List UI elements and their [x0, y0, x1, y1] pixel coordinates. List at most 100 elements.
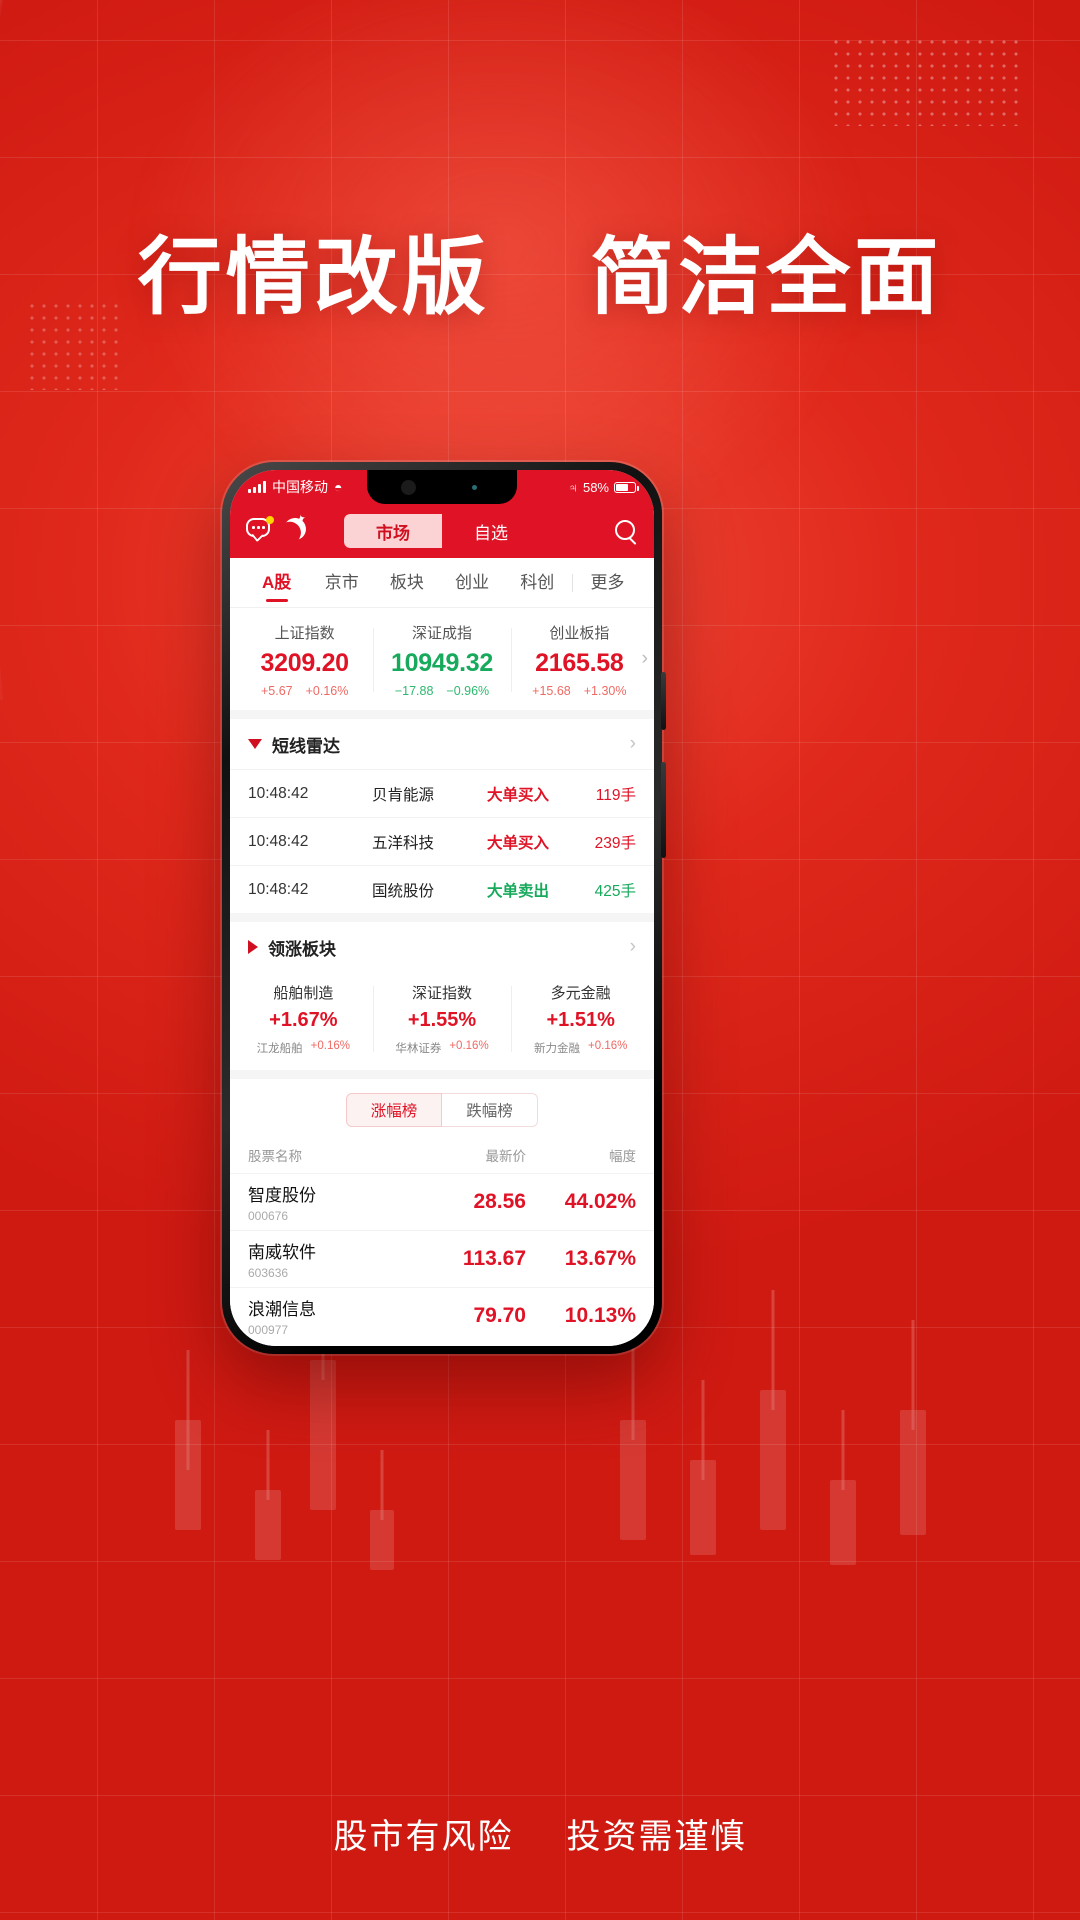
radar-list: 10:48:42 贝肯能源 大单买入 119手 10:48:42 五洋科技 大单…: [230, 769, 654, 922]
chevron-right-icon[interactable]: ›: [642, 648, 648, 670]
category-tab-star[interactable]: 科创: [505, 558, 570, 608]
radar-stock-name: 贝肯能源: [371, 786, 434, 804]
phone-screen: 中国移动 ◓ ♃ 58% ✦ 市场 自选 A股 京市 板块 创业 科创 更多 上…: [230, 470, 654, 1346]
signal-bars-icon: [248, 481, 266, 493]
index-name: 创业板指: [549, 625, 610, 642]
sector-lead-stock-pct: +0.16%: [588, 1040, 628, 1052]
stock-pct: 10.13%: [564, 1304, 636, 1327]
stock-price: 113.67: [462, 1247, 526, 1270]
stock-code: 603636: [248, 1266, 289, 1280]
sectors-section-title: 领涨板块: [268, 939, 336, 959]
sector-card[interactable]: 船舶制造 +1.67% 江龙船舶 +0.16%: [234, 982, 373, 1056]
index-value: 3209.20: [260, 649, 350, 677]
tab-losers[interactable]: 跌幅榜: [442, 1093, 538, 1127]
poster-headline: 行情改版 简洁全面: [0, 210, 1080, 331]
phone-mockup: 中国移动 ◓ ♃ 58% ✦ 市场 自选 A股 京市 板块 创业 科创 更多 上…: [222, 462, 666, 1354]
sector-lead-stock: 新力金融: [534, 1043, 581, 1055]
index-card-shanghai[interactable]: 上证指数 3209.20 +5.67 +0.16%: [236, 622, 373, 698]
sector-card[interactable]: 多元金融 +1.51% 新力金融 +0.16%: [511, 982, 650, 1056]
category-divider: [571, 573, 573, 592]
triangle-down-icon: [248, 739, 262, 749]
carrier-label: 中国移动: [272, 479, 328, 495]
radar-action: 大单卖出: [486, 882, 549, 900]
stock-name: 浪潮信息: [248, 1300, 316, 1319]
index-card-chinext[interactable]: 创业板指 2165.58 +15.68 +1.30%: [510, 622, 648, 698]
radar-action: 大单买入: [486, 834, 549, 852]
footer-right: 投资需谨慎: [566, 1818, 747, 1856]
sector-name: 船舶制造: [273, 985, 334, 1002]
radar-action: 大单买入: [486, 786, 549, 804]
radar-section-header[interactable]: 短线雷达 ›: [230, 719, 654, 769]
stock-pct: 44.02%: [564, 1190, 636, 1213]
index-name: 上证指数: [274, 625, 335, 642]
stock-pct: 13.67%: [564, 1247, 636, 1270]
moon-icon[interactable]: ✦: [284, 512, 310, 544]
sector-pct: +1.51%: [546, 1009, 615, 1031]
index-change-pct: +0.16%: [305, 684, 349, 698]
table-row[interactable]: 南威软件 603636 113.67 13.67%: [230, 1230, 654, 1287]
sectors-section-header[interactable]: 领涨板块 ›: [230, 922, 654, 972]
proximity-sensor-icon: [472, 485, 477, 490]
bluetooth-icon: ♃: [568, 479, 578, 495]
sector-card[interactable]: 深证指数 +1.55% 华林证券 +0.16%: [372, 982, 512, 1056]
table-row[interactable]: 10:48:42 贝肯能源 大单买入 119手: [230, 769, 654, 817]
table-row[interactable]: 智度股份 000676 28.56 44.02%: [230, 1173, 654, 1230]
market-watchlist-toggle[interactable]: 市场 自选: [344, 514, 540, 548]
table-row[interactable]: 10:48:42 五洋科技 大单买入 239手: [230, 817, 654, 865]
sector-name: 多元金融: [550, 985, 611, 1002]
sector-lead-stock: 华林证券: [395, 1043, 442, 1055]
battery-icon: [614, 481, 639, 493]
stock-code: 000676: [248, 1209, 289, 1223]
category-tab-chinext[interactable]: 创业: [440, 558, 505, 608]
chevron-right-icon[interactable]: ›: [630, 733, 636, 755]
sector-lead-stock-pct: +0.16%: [449, 1040, 489, 1052]
table-row[interactable]: 浪潮信息 000977 79.70 10.13%: [230, 1287, 654, 1344]
chat-icon[interactable]: [246, 516, 274, 544]
index-change: +15.68: [532, 684, 571, 698]
sector-pct: +1.55%: [407, 1009, 477, 1031]
radar-time: 10:48:42: [248, 784, 309, 802]
app-top-nav: ✦ 市场 自选: [230, 504, 654, 558]
radar-volume: 119手: [595, 786, 636, 804]
dot-pattern-top-right: [830, 36, 1020, 126]
category-tab-bar: A股 京市 板块 创业 科创 更多: [230, 558, 654, 608]
category-tab-sectors[interactable]: 板块: [374, 558, 439, 608]
table-row[interactable]: 10:48:42 国统股份 大单卖出 425手: [230, 865, 654, 913]
stock-price: 28.56: [473, 1190, 526, 1213]
radar-section-title: 短线雷达: [272, 736, 340, 756]
ranking-table-header: 股票名称 最新价 幅度: [230, 1137, 654, 1173]
sector-lead-stock-pct: +0.16%: [310, 1040, 350, 1052]
front-camera-icon: [401, 480, 416, 495]
status-bar: 中国移动 ◓ ♃ 58%: [230, 470, 654, 504]
ranking-tab-group: 涨幅榜 跌幅榜: [230, 1079, 654, 1137]
index-value: 10949.32: [391, 649, 493, 677]
headline-right: 简洁全面: [590, 228, 943, 326]
chevron-right-icon[interactable]: ›: [630, 936, 636, 958]
category-tab-beijing[interactable]: 京市: [309, 558, 374, 608]
chat-badge-dot: [266, 516, 274, 524]
index-change: −17.88: [394, 684, 434, 698]
sector-lead-stock: 江龙船舶: [256, 1043, 303, 1055]
sector-pct: +1.67%: [269, 1009, 338, 1031]
index-summary-row[interactable]: 上证指数 3209.20 +5.67 +0.16% 深证成指 10949.32 …: [230, 608, 654, 719]
index-value: 2165.58: [535, 649, 624, 677]
tab-market[interactable]: 市场: [344, 514, 442, 548]
radar-time: 10:48:42: [248, 832, 309, 850]
index-card-shenzhen[interactable]: 深证成指 10949.32 −17.88 −0.96%: [373, 622, 510, 698]
radar-volume: 425手: [594, 882, 636, 900]
index-name: 深证成指: [411, 625, 472, 642]
column-header-name: 股票名称: [248, 1149, 302, 1164]
tab-watchlist[interactable]: 自选: [442, 514, 540, 548]
stock-code: 000977: [248, 1323, 289, 1337]
battery-percent-label: 58%: [582, 479, 609, 495]
category-tab-more[interactable]: 更多: [575, 558, 640, 608]
search-icon[interactable]: [614, 519, 638, 543]
sector-name: 深证指数: [412, 985, 473, 1002]
stock-price: 79.70: [473, 1304, 526, 1327]
ranking-section: 涨幅榜 跌幅榜 股票名称 最新价 幅度 智度股份 000676 28.56 44…: [230, 1079, 654, 1346]
stock-name: 南威软件: [248, 1243, 316, 1262]
tab-gainers[interactable]: 涨幅榜: [346, 1093, 442, 1127]
phone-notch: [367, 470, 517, 504]
category-tab-a-shares[interactable]: A股: [244, 558, 309, 608]
headline-left: 行情改版: [137, 228, 490, 326]
